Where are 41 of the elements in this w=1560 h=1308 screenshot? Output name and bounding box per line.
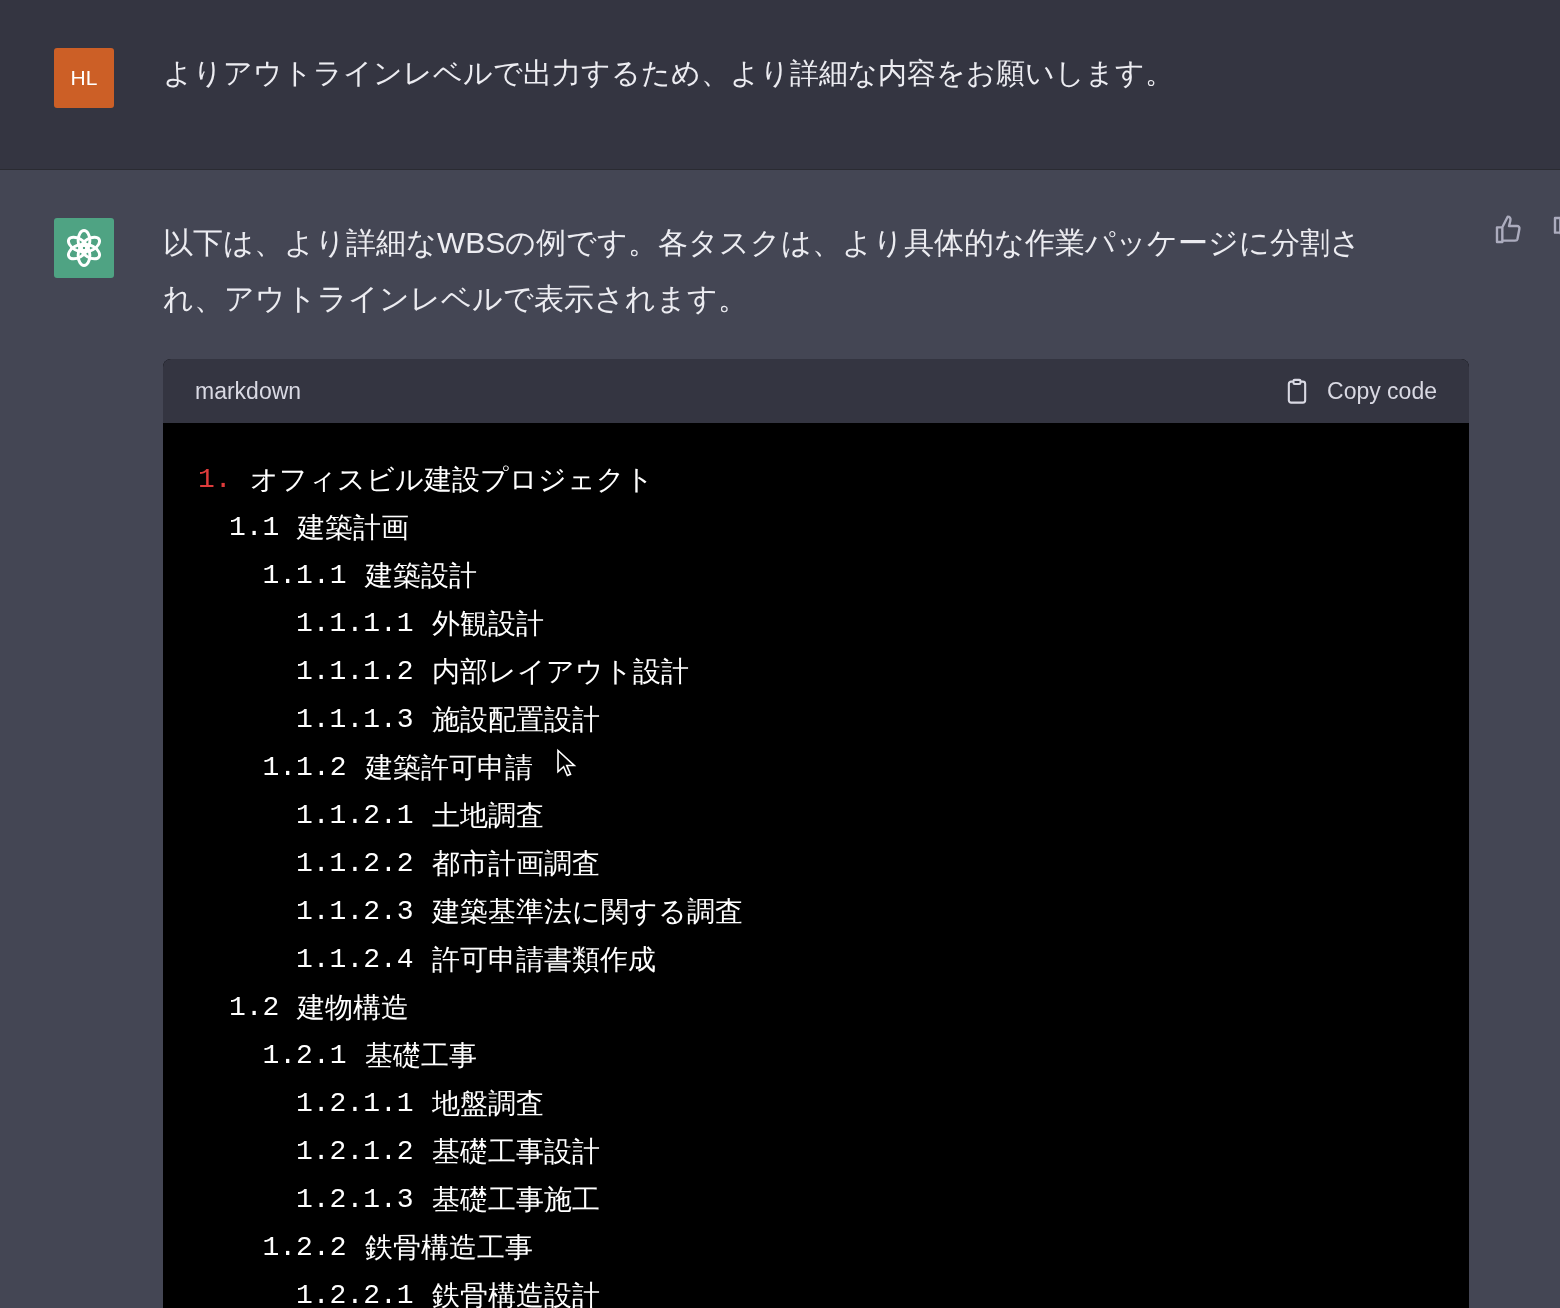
user-avatar: HL — [54, 48, 114, 108]
outline-number: 1.1.2.1 — [296, 799, 414, 833]
outline-text: 鉄骨構造設計 — [431, 1279, 600, 1308]
outline-text: 基礎工事設計 — [431, 1135, 600, 1169]
outline-text: 建築許可申請 — [364, 751, 533, 785]
outline-text: 地盤調査 — [431, 1087, 544, 1121]
outline-number: 1.1.1.2 — [296, 655, 414, 689]
outline-text: 基礎工事施工 — [431, 1183, 600, 1217]
outline-text: 建築基準法に関する調査 — [431, 895, 743, 929]
outline-text: 許可申請書類作成 — [431, 943, 656, 977]
outline-number: 1.1.2.3 — [296, 895, 414, 929]
outline-number: 1.2.1.2 — [296, 1135, 414, 1169]
outline-number: 1.2 — [229, 991, 280, 1025]
outline-text: 都市計画調査 — [431, 847, 600, 881]
outline-text: 鉄骨構造工事 — [364, 1231, 533, 1265]
outline-number: 1.2.1 — [262, 1039, 347, 1073]
outline-number: 1.2.2 — [262, 1231, 347, 1265]
outline-number: 1.2.1.3 — [296, 1183, 414, 1217]
outline-number: 1.1.2.2 — [296, 847, 414, 881]
copy-code-button[interactable]: Copy code — [1283, 375, 1437, 407]
outline-number: 1.1.1.1 — [296, 607, 414, 641]
list-marker: 1. — [198, 463, 232, 497]
outline-text: 内部レイアウト設計 — [431, 655, 689, 689]
outline-text: 建築計画 — [297, 511, 410, 545]
outline-number: 1.1.1.3 — [296, 703, 414, 737]
outline-text: 建物構造 — [297, 991, 410, 1025]
message-text: よりアウトラインレベルで出力するため、より詳細な内容をお願いします。 — [163, 56, 1175, 91]
message-text: 以下は、より詳細なWBSの例です。各タスクは、より具体的な作業パッケージに分割され、アウトラインレベルで表示されます。 — [163, 225, 1363, 317]
outline-text: 基礎工事 — [364, 1039, 477, 1073]
outline-text: 建築設計 — [364, 559, 477, 593]
language-label: markdown — [195, 377, 302, 405]
outline-number: 1.1.2.4 — [296, 943, 414, 977]
outline-text: 外観設計 — [431, 607, 544, 641]
outline-number: 1.1.2 — [262, 751, 347, 785]
outline-text: 施設配置設計 — [431, 703, 600, 737]
outline-text: 土地調査 — [431, 799, 544, 833]
outline-number: 1.1.1 — [262, 559, 347, 593]
outline-number: 1.2.2.1 — [296, 1279, 414, 1308]
outline-number: 1.2.1.1 — [296, 1087, 414, 1121]
outline-text: オフィスビル建設プロジェクト — [249, 463, 654, 497]
outline-number: 1.1 — [229, 511, 280, 545]
